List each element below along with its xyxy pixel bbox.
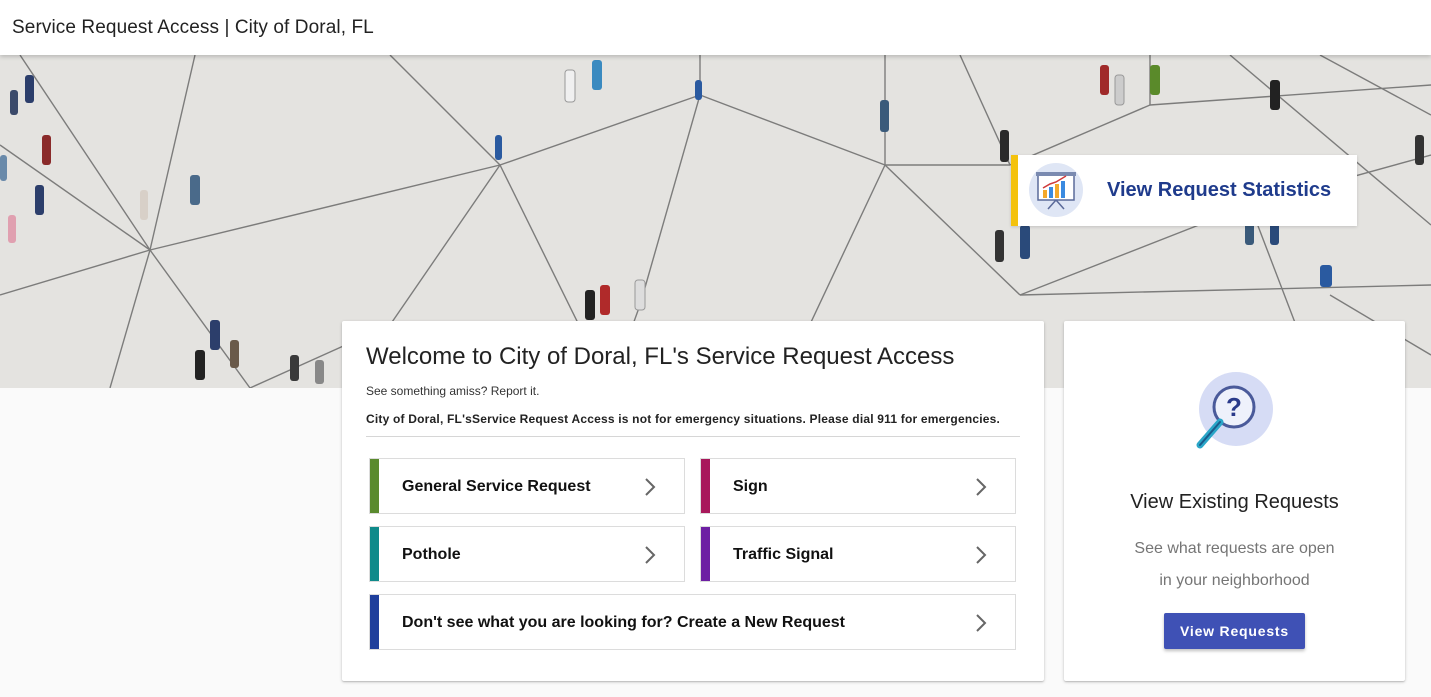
chevron-right-icon (645, 546, 656, 564)
sign-button[interactable]: Sign (700, 458, 1016, 514)
bar-chart-icon (1029, 163, 1083, 217)
view-request-statistics-label: View Request Statistics (1107, 179, 1332, 201)
welcome-card: Welcome to City of Doral, FL's Service R… (342, 321, 1044, 681)
existing-requests-description: See what requests are open (1134, 540, 1335, 557)
existing-requests-card: ? View Existing Requests See what reques… (1064, 321, 1405, 681)
view-request-statistics-link[interactable]: View Request Statistics (1011, 155, 1357, 226)
chevron-right-icon (976, 478, 987, 496)
category-color-bar (701, 527, 710, 581)
traffic-signal-button[interactable]: Traffic Signal (700, 526, 1016, 582)
chevron-right-icon (976, 614, 987, 632)
app-header: Service Request Access | City of Doral, … (0, 0, 1431, 55)
create-new-request-button[interactable]: Don't see what you are looking for? Crea… (369, 594, 1016, 650)
chevron-right-icon (645, 478, 656, 496)
request-type-label: Traffic Signal (733, 546, 834, 563)
request-type-label: Pothole (402, 546, 461, 563)
emergency-warning: City of Doral, FL'sService Request Acces… (366, 412, 1001, 426)
chevron-right-icon (976, 546, 987, 564)
category-color-bar (701, 459, 710, 513)
welcome-title: Welcome to City of Doral, FL's Service R… (366, 343, 955, 370)
stats-accent-bar (1011, 155, 1018, 226)
divider (366, 436, 1020, 437)
page-title: Service Request Access | City of Doral, … (12, 16, 374, 38)
welcome-subtitle: See something amiss? Report it. (366, 384, 540, 398)
category-color-bar (370, 527, 379, 581)
general-service-request-button[interactable]: General Service Request (369, 458, 685, 514)
magnifier-question-icon: ? (1196, 372, 1273, 449)
view-requests-button[interactable]: View Requests (1164, 613, 1305, 649)
category-color-bar (370, 459, 379, 513)
existing-requests-title: View Existing Requests (1130, 491, 1339, 513)
pothole-button[interactable]: Pothole (369, 526, 685, 582)
svg-text:?: ? (1226, 392, 1242, 422)
category-color-bar (370, 595, 379, 649)
request-type-label: Sign (733, 478, 768, 495)
request-type-label: General Service Request (402, 478, 591, 495)
existing-requests-description-line2: in your neighborhood (1159, 572, 1310, 589)
request-type-label: Don't see what you are looking for? Crea… (402, 614, 846, 631)
